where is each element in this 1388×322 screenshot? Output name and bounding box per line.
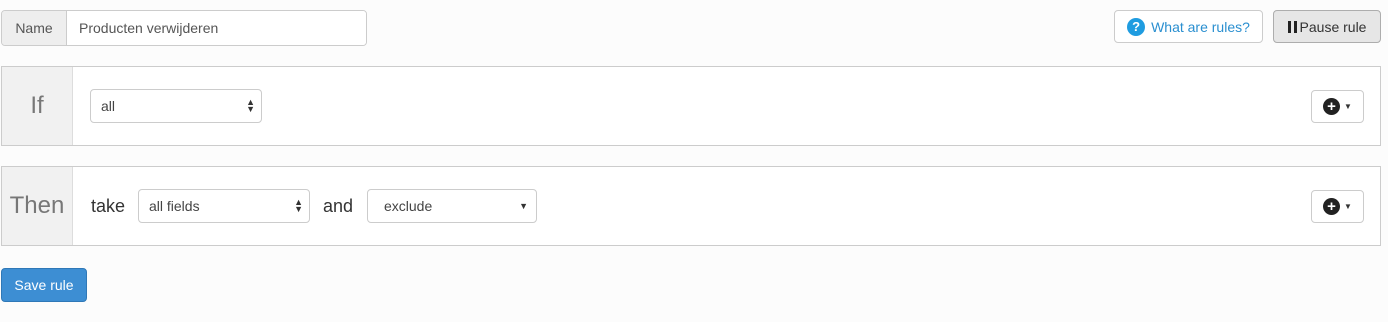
take-text: take <box>91 196 126 216</box>
question-icon: ? <box>1127 17 1146 36</box>
rule-name-group: Name <box>1 10 367 46</box>
plus-circle-icon: + <box>1323 198 1341 215</box>
name-label: Name <box>2 11 67 45</box>
plus-circle-icon: + <box>1323 98 1341 115</box>
add-action-button[interactable]: + ▼ <box>1311 190 1364 223</box>
save-rule-button[interactable]: Save rule <box>1 268 87 302</box>
rule-name-input[interactable] <box>67 11 366 45</box>
and-text: and <box>323 196 354 216</box>
if-label: If <box>2 67 73 145</box>
then-panel: Then take all fields ▲ ▼ and exclude ▼ + … <box>1 166 1381 246</box>
condition-select[interactable]: all ▲ ▼ <box>90 89 262 123</box>
if-panel: If all ▲ ▼ + ▼ <box>1 66 1381 146</box>
fields-select-value: all fields <box>149 198 200 214</box>
sort-caret-icon: ▲ ▼ <box>294 197 303 214</box>
action-select-value: exclude <box>384 198 433 214</box>
condition-select-value: all <box>101 98 116 114</box>
pause-rule-label: Pause rule <box>1299 18 1367 35</box>
what-are-rules-button[interactable]: ? What are rules? <box>1114 10 1263 43</box>
pause-rule-button[interactable]: Pause rule <box>1273 10 1381 43</box>
chevron-down-icon: ▼ <box>1344 102 1352 111</box>
chevron-down-icon: ▼ <box>1344 202 1352 211</box>
pause-icon <box>1287 20 1297 33</box>
what-are-rules-label: What are rules? <box>1151 18 1250 35</box>
then-label: Then <box>2 167 73 245</box>
action-select[interactable]: exclude ▼ <box>367 189 537 223</box>
chevron-down-icon: ▼ <box>519 201 528 211</box>
sort-caret-icon: ▲ ▼ <box>246 97 255 114</box>
add-condition-button[interactable]: + ▼ <box>1311 90 1364 123</box>
fields-select[interactable]: all fields ▲ ▼ <box>138 189 310 223</box>
